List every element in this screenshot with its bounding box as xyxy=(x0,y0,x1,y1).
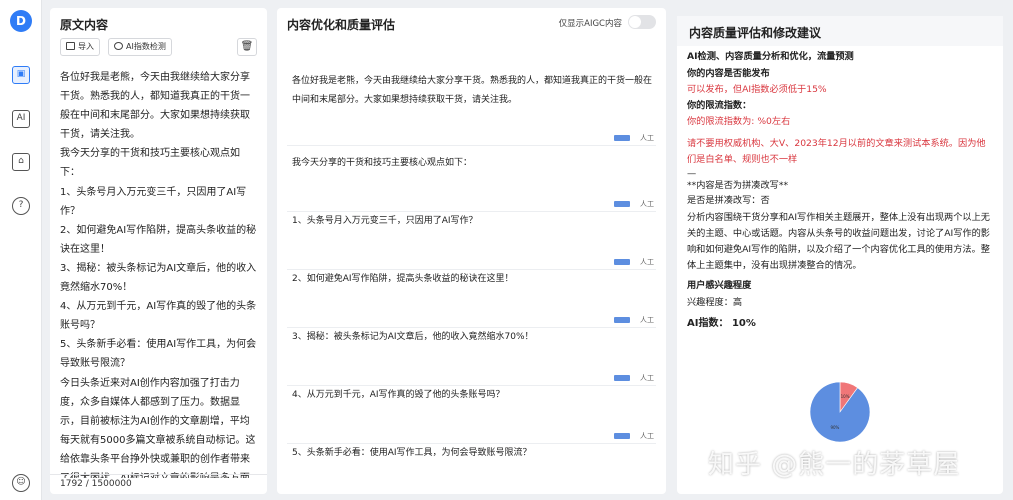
analysis-text: 分析内容围绕干货分享和AI写作相关主题展开，整体上没有出现两个以上无关的主题、中… xyxy=(687,212,990,271)
publish-answer: 可以发布，但AI指数必须低于15% xyxy=(687,84,827,95)
help-icon[interactable]: ? xyxy=(12,197,30,215)
ai-check-label: AI指数检测 xyxy=(126,42,166,51)
segment-bar xyxy=(614,135,630,141)
original-paragraph: 2、如何避免AI写作陷阱，提高头条收益的秘诀在这里！ xyxy=(60,224,257,255)
import-icon xyxy=(66,42,75,50)
warning-text: 请不要用权威机构、大V、2023年12月以前的文章来测试本系统。因为他们是白名单… xyxy=(687,138,986,165)
segment[interactable]: 2、如何避免AI写作陷阱，提高头条收益的秘诀在这里！ 人工 xyxy=(287,270,656,328)
watermark: 知乎 @熊一的茅草屋 xyxy=(708,450,961,480)
trash-icon[interactable]: 🗑 xyxy=(237,38,257,56)
interest-question: 用户感兴趣程度 xyxy=(687,280,752,291)
segment-bar xyxy=(614,317,630,323)
original-paragraph: 今日头条近来对AI创作内容加强了打击力度，众多自媒体人都感到了压力。数据显示，目… xyxy=(60,377,256,479)
segment-tag: 人工 xyxy=(640,432,654,440)
gift-icon[interactable]: ⌂ xyxy=(12,153,30,171)
pie-label: 90% xyxy=(830,425,839,430)
limit-answer: 你的限流指数为: %0左右 xyxy=(687,116,791,127)
segment-tag: 人工 xyxy=(640,316,654,324)
import-label: 导入 xyxy=(78,42,94,51)
original-paragraph: 1、头条号月入万元变三千，只因用了AI写作？ xyxy=(60,186,247,217)
optimization-panel: 内容优化和质量评估 仅显示AIGC内容 各位好我是老熊，今天由我继续给大家分享干… xyxy=(277,8,666,494)
original-toolbar: 导入 AI指数检测 🗑 xyxy=(60,38,257,58)
segment[interactable]: 3、揭秘：被头条标记为AI文章后，他的收入竟然缩水70%！ 人工 xyxy=(287,328,656,386)
import-button[interactable]: 导入 xyxy=(60,38,100,56)
segment-tag: 人工 xyxy=(640,258,654,266)
original-paragraph: 5、头条新手必看：使用AI写作工具，为何会导致账号限流？ xyxy=(60,339,257,370)
patch-question: **内容是否为拼凑改写** xyxy=(687,180,789,191)
left-sidebar: D ▣ AI ⌂ ? ☺ xyxy=(0,0,42,500)
segment[interactable]: 1、头条号月入万元变三千，只因用了AI写作？ 人工 xyxy=(287,212,656,270)
publish-question: 你的内容是否能发布 xyxy=(687,68,770,79)
segment[interactable]: 各位好我是老熊，今天由我继续给大家分享干货。熟悉我的人，都知道我真正的干货一般在… xyxy=(287,72,656,146)
original-paragraph: 3、揭秘：被头条标记为AI文章后，他的收入竟然缩水70%！ xyxy=(60,262,257,294)
char-counter: 1792 / 1500000 xyxy=(50,474,267,494)
segment[interactable]: 5、头条新手必看：使用AI写作工具，为何会导致账号限流？ xyxy=(287,444,656,500)
segment-bar xyxy=(614,375,630,381)
original-content-title: 原文内容 xyxy=(60,18,109,32)
segment-tag: 人工 xyxy=(640,200,654,208)
segment-text: 3、揭秘：被头条标记为AI文章后，他的收入竟然缩水70%！ xyxy=(292,332,534,342)
ai-index-pie-chart: 10% 90% xyxy=(809,381,871,443)
original-paragraph: 4、从万元到千元，AI写作真的毁了他的头条账号吗？ xyxy=(60,301,257,332)
eval-heading: AI检测、内容质量分析和优化，流量预测 xyxy=(687,51,854,62)
pie-label: 10% xyxy=(841,394,850,399)
pie-slice-人工 xyxy=(809,381,871,443)
segment-bar xyxy=(614,259,630,265)
app-logo[interactable]: D xyxy=(10,10,32,32)
segment-tag: 人工 xyxy=(640,374,654,382)
original-paragraph: 各位好我是老熊，今天由我继续给大家分享干货。熟悉我的人，都知道我真正的干货一般在… xyxy=(60,72,250,141)
segment-text: 5、头条新手必看：使用AI写作工具，为何会导致账号限流？ xyxy=(292,448,532,458)
segment[interactable]: 我今天分享的干货和技巧主要核心观点如下： 人工 xyxy=(287,154,656,212)
segment-text: 4、从万元到千元，AI写作真的毁了他的头条账号吗？ xyxy=(292,390,505,400)
original-paragraph: 我今天分享的干货和技巧主要核心观点如下： xyxy=(60,148,240,179)
original-text-area[interactable]: 各位好我是老熊，今天由我继续给大家分享干货。熟悉我的人，都知道我真正的干货一般在… xyxy=(60,68,257,478)
segment-tag: 人工 xyxy=(640,134,654,142)
image-doc-icon[interactable]: ▣ xyxy=(12,66,30,84)
original-content-panel: 原文内容 导入 AI指数检测 🗑 各位好我是老熊，今天由我继续给大家分享干货。熟… xyxy=(50,8,267,494)
ai-index: AI指数： 10% xyxy=(687,318,756,329)
ai-check-button[interactable]: AI指数检测 xyxy=(108,38,172,56)
limit-question: 你的限流指数： xyxy=(687,100,752,111)
evaluation-panel: 内容质量评估和修改建议 AI检测、内容质量分析和优化，流量预测 你的内容是否能发… xyxy=(677,16,1003,494)
segment-bar xyxy=(614,201,630,207)
interest-answer: 兴趣程度：高 xyxy=(687,297,743,308)
evaluation-title: 内容质量评估和修改建议 xyxy=(677,16,1003,46)
patch-answer: 是否是拼凑改写：否 xyxy=(687,195,770,206)
segment-text: 我今天分享的干货和技巧主要核心观点如下： xyxy=(292,158,473,168)
segment-text: 各位好我是老熊，今天由我继续给大家分享干货。熟悉我的人，都知道我真正的干货一般在… xyxy=(292,76,653,105)
segment[interactable]: 4、从万元到千元，AI写作真的毁了他的头条账号吗？ 人工 xyxy=(287,386,656,444)
segment-bar xyxy=(614,433,630,439)
ai-icon[interactable]: AI xyxy=(12,110,30,128)
aigc-toggle-label: 仅显示AIGC内容 xyxy=(558,19,622,29)
ai-check-icon xyxy=(114,42,123,50)
aigc-only-toggle[interactable] xyxy=(628,15,656,29)
user-avatar-icon[interactable]: ☺ xyxy=(12,474,30,492)
segment-text: 2、如何避免AI写作陷阱，提高头条收益的秘诀在这里！ xyxy=(292,274,514,284)
segment-text: 1、头条号月入万元变三千，只因用了AI写作？ xyxy=(292,216,478,226)
